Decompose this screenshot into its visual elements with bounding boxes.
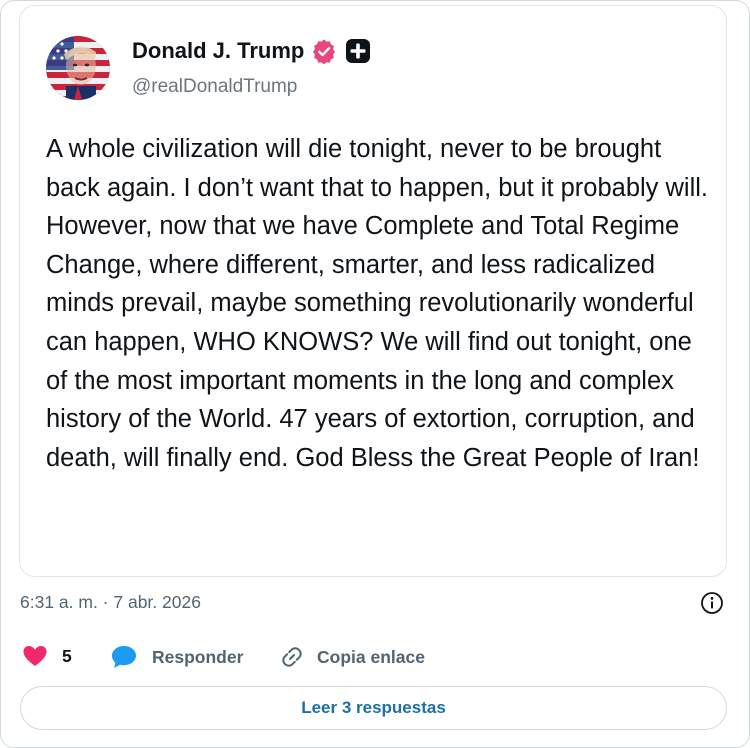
heart-icon	[22, 644, 48, 668]
like-count: 5	[62, 645, 72, 666]
author-row: Donald J. Trump	[132, 38, 371, 65]
author-name[interactable]: Donald J. Trump	[132, 38, 304, 64]
reply-action-button[interactable]: Responder	[110, 644, 243, 670]
post-actions: 5 Responder Copia enlace	[22, 644, 722, 672]
link-icon	[279, 644, 305, 670]
avatar[interactable]	[46, 36, 110, 100]
speech-bubble-icon	[110, 644, 138, 670]
reply-label: Responder	[152, 646, 244, 667]
read-replies-label: Leer 3 respuestas	[301, 698, 446, 717]
like-button[interactable]: 5	[22, 644, 72, 668]
post-timestamp[interactable]: 6:31 a. m. · 7 abr. 2026	[20, 592, 201, 613]
copy-link-label: Copia enlace	[317, 646, 425, 667]
author-handle[interactable]: @realDonaldTrump	[132, 76, 297, 98]
verified-badge-icon	[311, 38, 337, 65]
read-replies-button[interactable]: Leer 3 respuestas	[20, 686, 727, 730]
copy-link-button[interactable]: Copia enlace	[279, 644, 425, 670]
plus-square-icon	[345, 38, 371, 64]
info-circle-icon[interactable]	[700, 591, 724, 615]
post-text: A whole civilization will die tonight, n…	[46, 135, 709, 472]
post-embed-frame: Donald J. Trump @realDonaldTrump A whole…	[0, 0, 750, 748]
avatar-image	[46, 36, 110, 100]
post-card: Donald J. Trump @realDonaldTrump A whole…	[19, 5, 727, 577]
